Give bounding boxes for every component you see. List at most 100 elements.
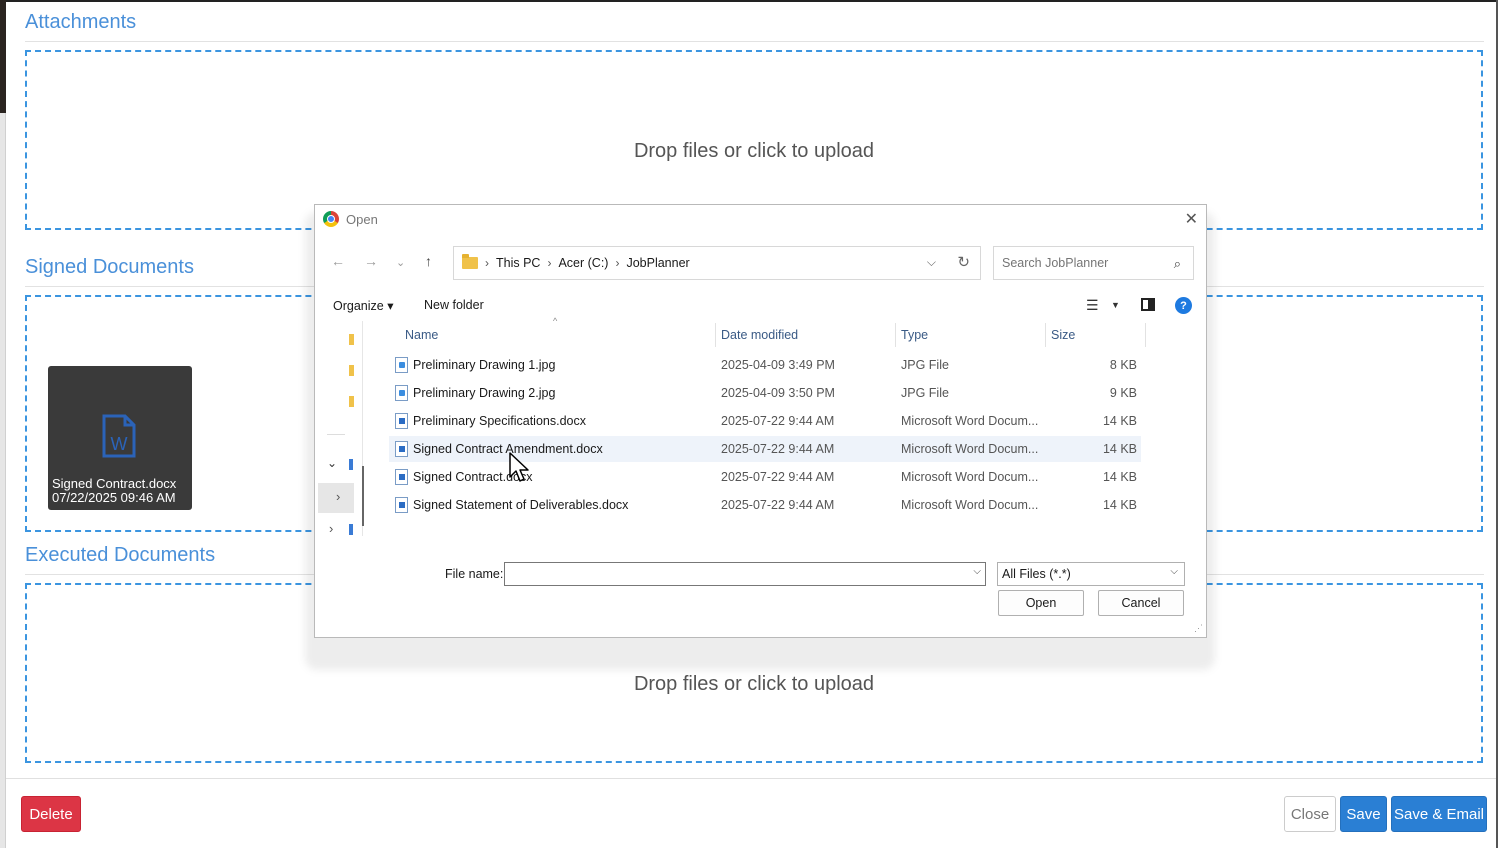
new-folder-button[interactable]: New folder [424, 298, 484, 312]
expand-chevron-icon[interactable]: ⌄ [327, 456, 337, 470]
delete-button[interactable]: Delete [21, 796, 81, 832]
view-dropdown-icon[interactable]: ▼ [1111, 300, 1120, 310]
open-button[interactable]: Open [998, 590, 1084, 616]
file-name: Signed Contract Amendment.docx [413, 442, 603, 456]
folder-icon[interactable] [349, 396, 354, 407]
dialog-title: Open [346, 211, 378, 227]
address-bar[interactable]: › This PC › Acer (C:) › JobPlanner ⌵ ↻ [453, 246, 981, 280]
thumbnail-filename: Signed Contract.docx [52, 476, 177, 491]
file-size: 14 KB [1102, 442, 1137, 456]
organize-menu[interactable]: Organize ▾ [333, 298, 393, 313]
back-arrow-icon[interactable]: ← [331, 253, 345, 269]
nav-divider [327, 434, 345, 435]
up-arrow-icon[interactable]: ↑ [425, 253, 432, 269]
background-sidebar-edge [0, 113, 6, 848]
column-divider[interactable] [895, 323, 896, 347]
top-border [6, 0, 1498, 2]
view-list-icon[interactable]: ☰ [1086, 297, 1099, 314]
search-input[interactable] [1002, 256, 1162, 270]
file-row[interactable]: Preliminary Specifications.docx 2025-07-… [389, 408, 1141, 434]
section-divider [25, 41, 1484, 42]
file-date: 2025-04-09 3:49 PM [721, 358, 835, 372]
file-date: 2025-07-22 9:44 AM [721, 470, 835, 484]
breadcrumb-folder[interactable]: JobPlanner [626, 256, 689, 270]
column-header-name[interactable]: Name [405, 328, 438, 342]
file-date: 2025-07-22 9:44 AM [721, 498, 835, 512]
file-name: Preliminary Specifications.docx [413, 414, 586, 428]
breadcrumb-separator-icon[interactable]: › [485, 256, 489, 270]
attachments-dropzone[interactable]: Drop files or click to upload [25, 50, 1483, 230]
jpg-file-icon [395, 357, 408, 373]
executed-documents-title: Executed Documents [25, 544, 216, 566]
file-size: 14 KB [1102, 470, 1137, 484]
column-header-size[interactable]: Size [1051, 328, 1075, 342]
column-divider[interactable] [1145, 323, 1146, 347]
save-and-email-button[interactable]: Save & Email [1391, 796, 1487, 832]
save-button[interactable]: Save [1340, 796, 1387, 832]
breadcrumb-this-pc[interactable]: This PC [496, 256, 540, 270]
chevron-right-icon[interactable]: › [329, 521, 333, 536]
refresh-icon[interactable]: ↻ [957, 253, 970, 271]
folder-icon[interactable] [349, 334, 354, 345]
word-file-icon [395, 441, 408, 457]
chrome-icon [323, 211, 339, 227]
chevron-down-icon[interactable]: ⌵ [1170, 566, 1178, 577]
breadcrumb-separator-icon[interactable]: › [547, 256, 551, 270]
file-name-label: File name: [445, 567, 504, 581]
column-divider[interactable] [715, 323, 716, 347]
file-row[interactable]: Signed Statement of Deliverables.docx 20… [389, 492, 1141, 518]
folder-icon[interactable] [349, 365, 354, 376]
attachments-title: Attachments [25, 11, 137, 33]
this-pc-icon[interactable] [349, 459, 353, 470]
file-name-input[interactable]: ⌵ [504, 562, 986, 586]
column-header-date[interactable]: Date modified [721, 328, 798, 342]
search-icon[interactable]: ⌕ [1174, 256, 1181, 272]
chevron-down-icon[interactable]: ⌵ [927, 255, 936, 270]
file-row[interactable]: Signed Contract.docx 2025-07-22 9:44 AM … [389, 464, 1141, 490]
search-box[interactable]: ⌕ [993, 246, 1194, 280]
chevron-right-icon[interactable]: › [336, 489, 340, 504]
mouse-cursor-icon [509, 452, 529, 482]
file-row[interactable]: Preliminary Drawing 1.jpg 2025-04-09 3:4… [389, 352, 1141, 378]
signed-documents-title: Signed Documents [25, 256, 194, 278]
footer-divider [6, 778, 1496, 779]
file-type: Microsoft Word Docum... [901, 470, 1039, 484]
word-file-icon [395, 497, 408, 513]
file-type: Microsoft Word Docum... [901, 498, 1039, 512]
file-row[interactable]: Preliminary Drawing 2.jpg 2025-04-09 3:5… [389, 380, 1141, 406]
file-date: 2025-07-22 9:44 AM [721, 414, 835, 428]
column-divider[interactable] [1045, 323, 1046, 347]
network-icon[interactable] [349, 524, 353, 535]
dropzone-text: Drop files or click to upload [633, 673, 875, 695]
signed-document-thumbnail[interactable]: W Signed Contract.docx 07/22/2025 09:46 … [48, 366, 192, 510]
close-button[interactable]: Close [1284, 796, 1336, 832]
navigation-pane[interactable]: ⌄ › › [315, 321, 364, 536]
file-type: Microsoft Word Docum... [901, 414, 1039, 428]
word-file-icon [395, 469, 408, 485]
breadcrumb-drive[interactable]: Acer (C:) [558, 256, 608, 270]
column-header-type[interactable]: Type [901, 328, 928, 342]
preview-pane-icon[interactable] [1141, 298, 1155, 311]
jpg-file-icon [395, 385, 408, 401]
cancel-button[interactable]: Cancel [1098, 590, 1184, 616]
file-name: Preliminary Drawing 1.jpg [413, 358, 556, 372]
file-type-select[interactable]: All Files (*.*) ⌵ [997, 562, 1185, 586]
word-document-icon: W [102, 414, 136, 458]
nav-scrollbar[interactable] [362, 466, 364, 526]
file-row-hovered[interactable]: Signed Contract Amendment.docx 2025-07-2… [389, 436, 1141, 462]
close-icon[interactable]: ✕ [1185, 209, 1198, 229]
breadcrumb-separator-icon[interactable]: › [615, 256, 619, 270]
word-file-icon [395, 413, 408, 429]
folder-icon [462, 254, 478, 269]
help-icon[interactable]: ? [1175, 297, 1192, 314]
file-type: JPG File [901, 358, 949, 372]
file-name: Preliminary Drawing 2.jpg [413, 386, 556, 400]
file-size: 8 KB [1109, 358, 1137, 372]
file-size: 14 KB [1102, 414, 1137, 428]
forward-arrow-icon[interactable]: → [364, 253, 378, 269]
resize-grip-icon[interactable]: ⋰ [1194, 623, 1203, 634]
recent-locations-chevron-icon[interactable]: ⌄ [396, 256, 405, 269]
background-edge [0, 0, 6, 113]
file-type: JPG File [901, 386, 949, 400]
chevron-down-icon[interactable]: ⌵ [973, 566, 981, 577]
